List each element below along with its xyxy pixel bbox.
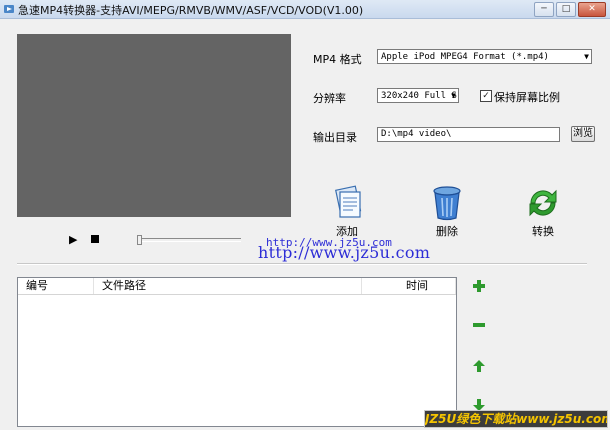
stop-button[interactable] bbox=[91, 234, 99, 243]
watermark-url-large: http://www.jz5u.com bbox=[258, 243, 431, 262]
add-item-plus-icon[interactable] bbox=[472, 279, 486, 293]
column-header-path[interactable]: 文件路径 bbox=[94, 278, 362, 294]
chevron-down-icon: ▼ bbox=[584, 52, 589, 61]
format-select[interactable]: Apple iPod MPEG4 Format (*.mp4) ▼ bbox=[377, 49, 592, 64]
file-list-header: 编号 文件路径 时间 bbox=[18, 278, 456, 295]
convert-button[interactable]: 转换 bbox=[518, 185, 568, 239]
move-up-arrow-icon[interactable] bbox=[472, 359, 486, 373]
browse-button[interactable]: 浏览 bbox=[571, 126, 595, 142]
resolution-select-value: 320x240 Full S bbox=[381, 91, 457, 101]
add-button[interactable]: 添加 bbox=[322, 185, 372, 239]
column-header-time[interactable]: 时间 bbox=[362, 278, 456, 294]
stop-icon bbox=[91, 235, 99, 243]
app-icon bbox=[4, 5, 14, 13]
format-select-value: Apple iPod MPEG4 Format (*.mp4) bbox=[381, 52, 549, 62]
seek-slider-thumb[interactable] bbox=[137, 235, 142, 245]
remove-item-minus-icon[interactable] bbox=[472, 318, 486, 332]
output-dir-input[interactable]: D:\mp4 video\ bbox=[377, 127, 560, 142]
chevron-down-icon: ▼ bbox=[451, 91, 456, 100]
play-button[interactable]: ▶ bbox=[69, 234, 77, 245]
format-label: MP4 格式 bbox=[313, 53, 362, 66]
add-files-icon bbox=[335, 185, 362, 218]
convert-button-label: 转换 bbox=[532, 225, 554, 238]
delete-button[interactable]: 删除 bbox=[422, 185, 472, 239]
seek-slider[interactable] bbox=[137, 235, 241, 245]
maximize-button[interactable]: □ bbox=[556, 2, 576, 17]
resolution-select[interactable]: 320x240 Full S ▼ bbox=[377, 88, 459, 103]
convert-refresh-icon bbox=[529, 189, 557, 217]
separator bbox=[17, 263, 587, 265]
close-button[interactable]: ✕ bbox=[578, 2, 606, 17]
title-bar: 急速MP4转换器-支持AVI/MEPG/RMVB/WMV/ASF/VCD/VOD… bbox=[0, 0, 610, 19]
video-preview bbox=[17, 34, 291, 217]
keep-ratio-label[interactable]: 保持屏幕比例 bbox=[494, 89, 560, 105]
minimize-button[interactable]: ─ bbox=[534, 2, 554, 17]
resolution-label: 分辨率 bbox=[313, 92, 346, 105]
trash-icon bbox=[433, 186, 461, 221]
keep-ratio-checkbox[interactable]: ✓ bbox=[480, 90, 492, 102]
column-header-id[interactable]: 编号 bbox=[18, 278, 94, 294]
delete-button-label: 删除 bbox=[436, 225, 458, 238]
output-dir-label: 输出目录 bbox=[313, 131, 357, 144]
window-title: 急速MP4转换器-支持AVI/MEPG/RMVB/WMV/ASF/VCD/VOD… bbox=[18, 4, 364, 17]
file-list[interactable]: 编号 文件路径 时间 bbox=[17, 277, 457, 427]
watermark-banner: JZ5U绿色下载站www.jz5u.com bbox=[424, 410, 608, 428]
